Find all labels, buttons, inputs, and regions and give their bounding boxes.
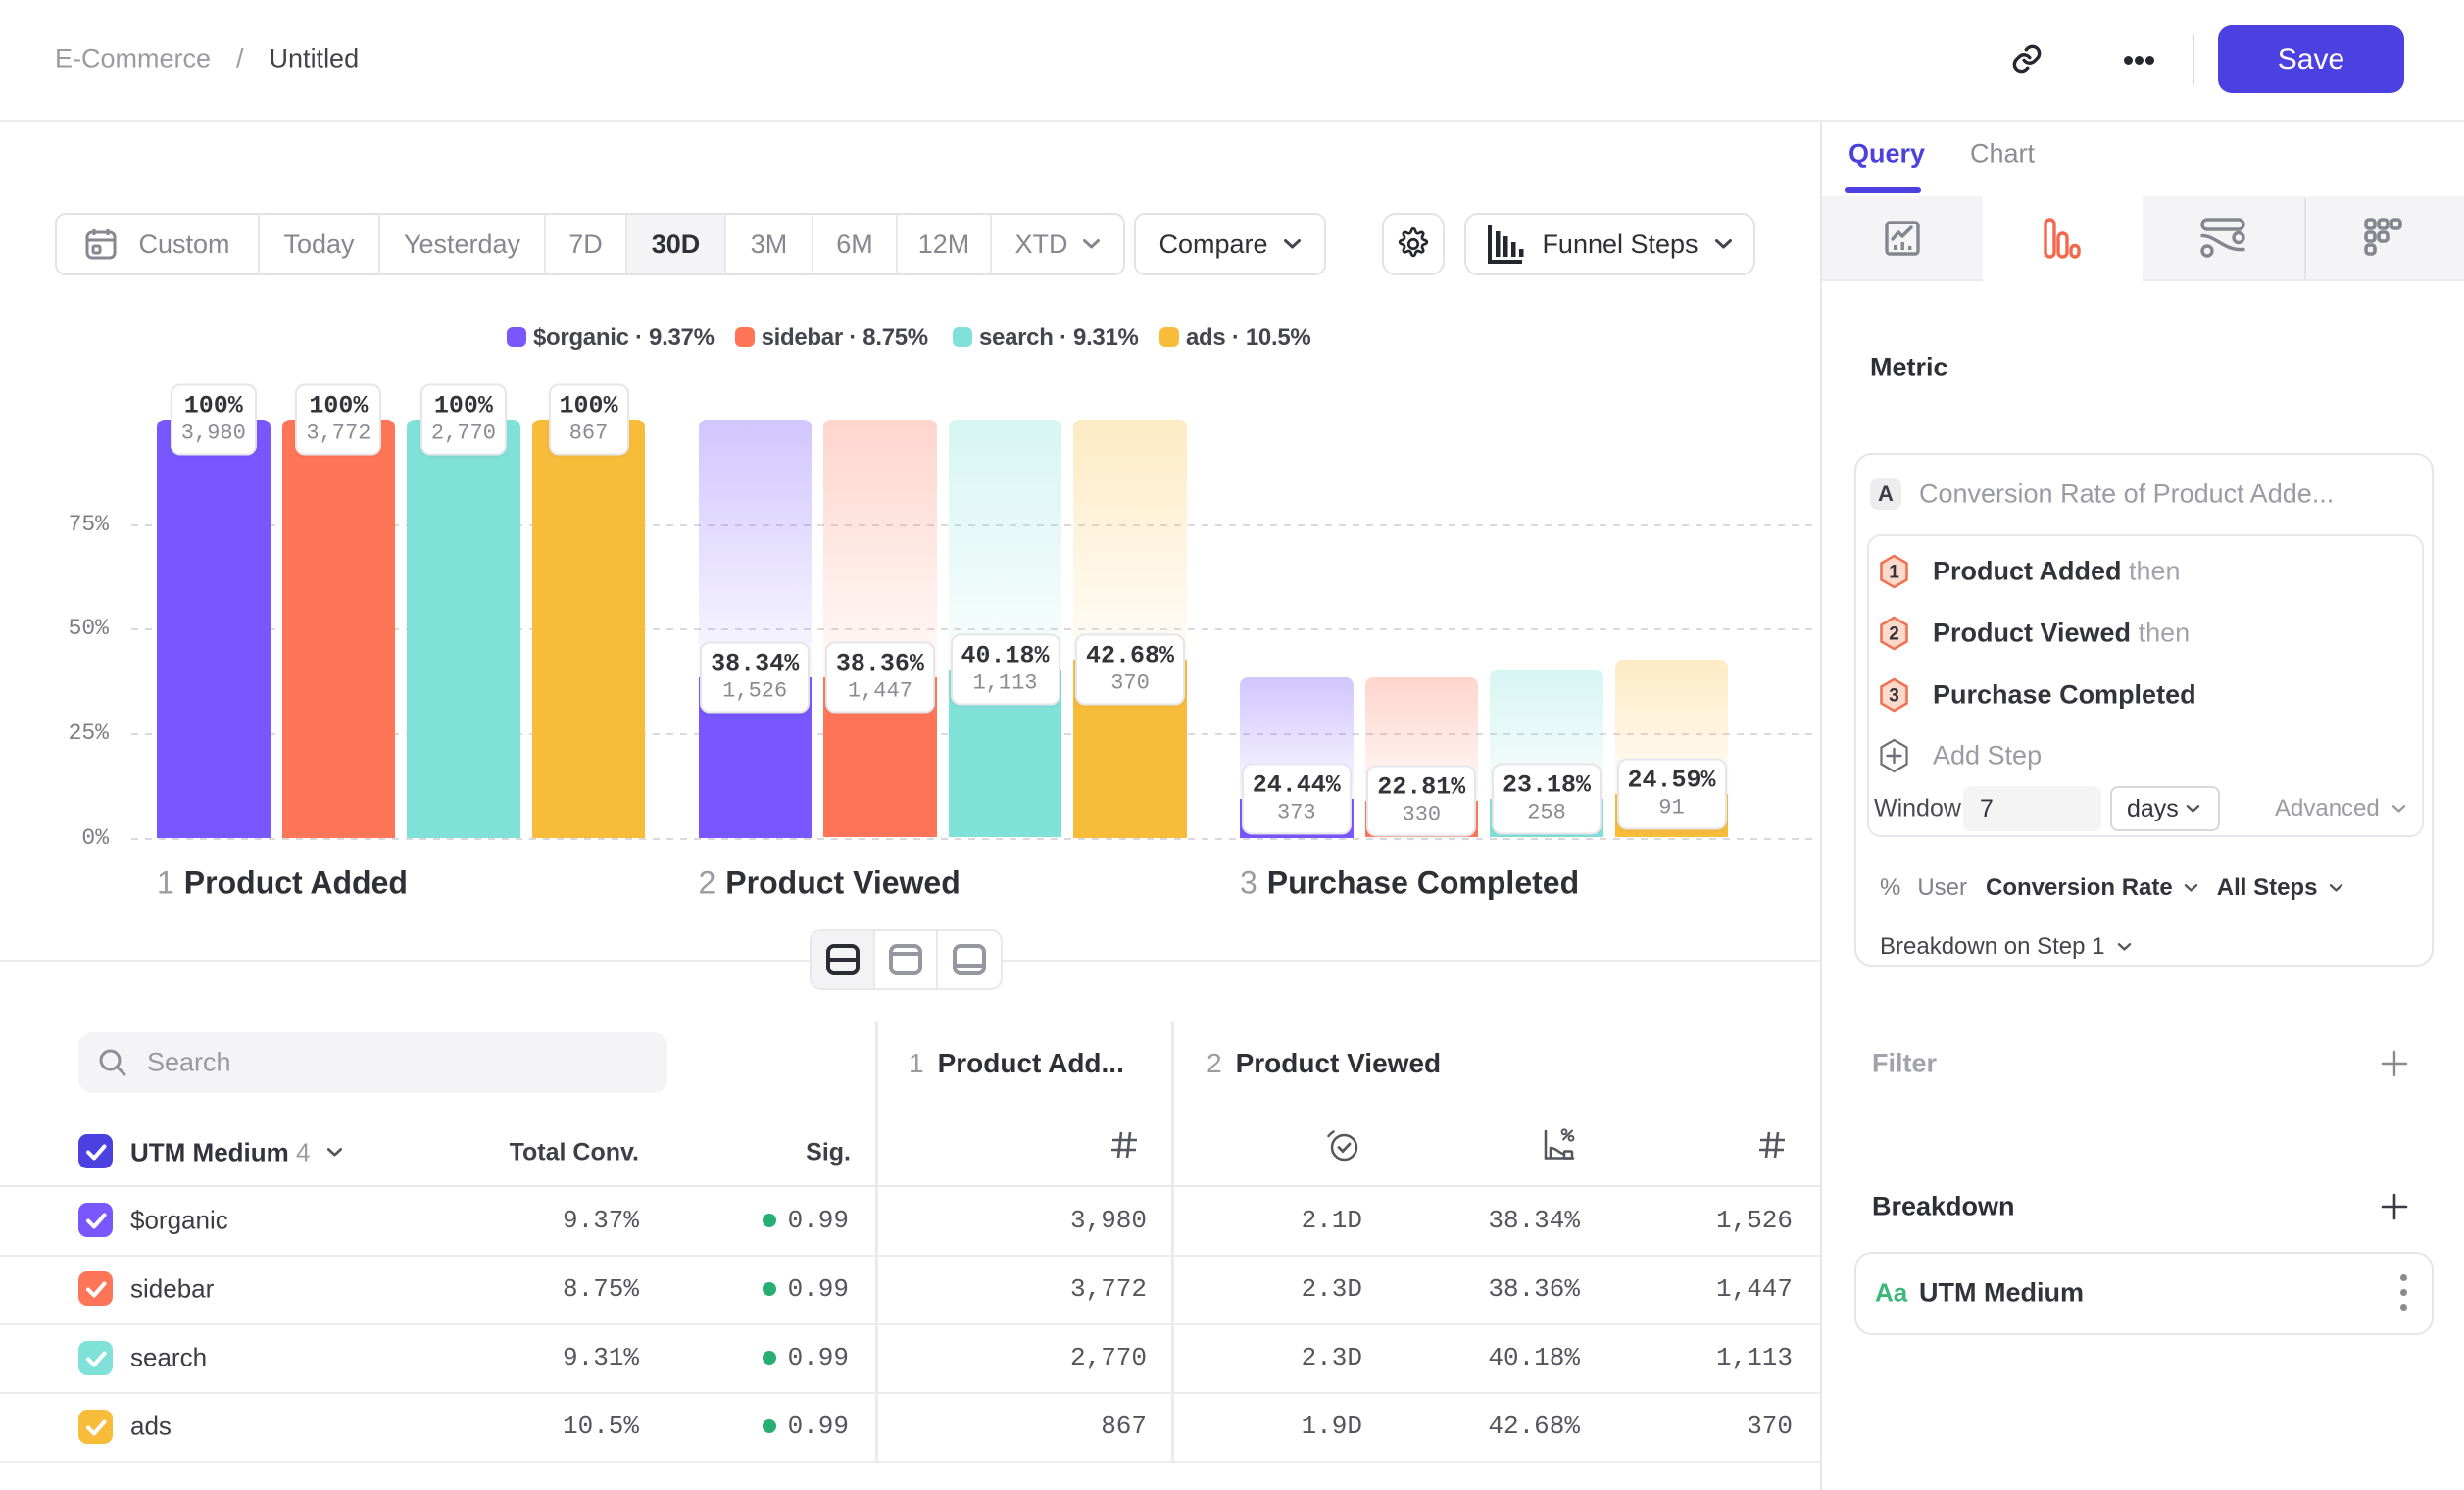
svg-text:3: 3 [1889, 686, 1899, 707]
svg-text:2: 2 [1889, 624, 1899, 645]
svg-text:1: 1 [1889, 563, 1899, 583]
